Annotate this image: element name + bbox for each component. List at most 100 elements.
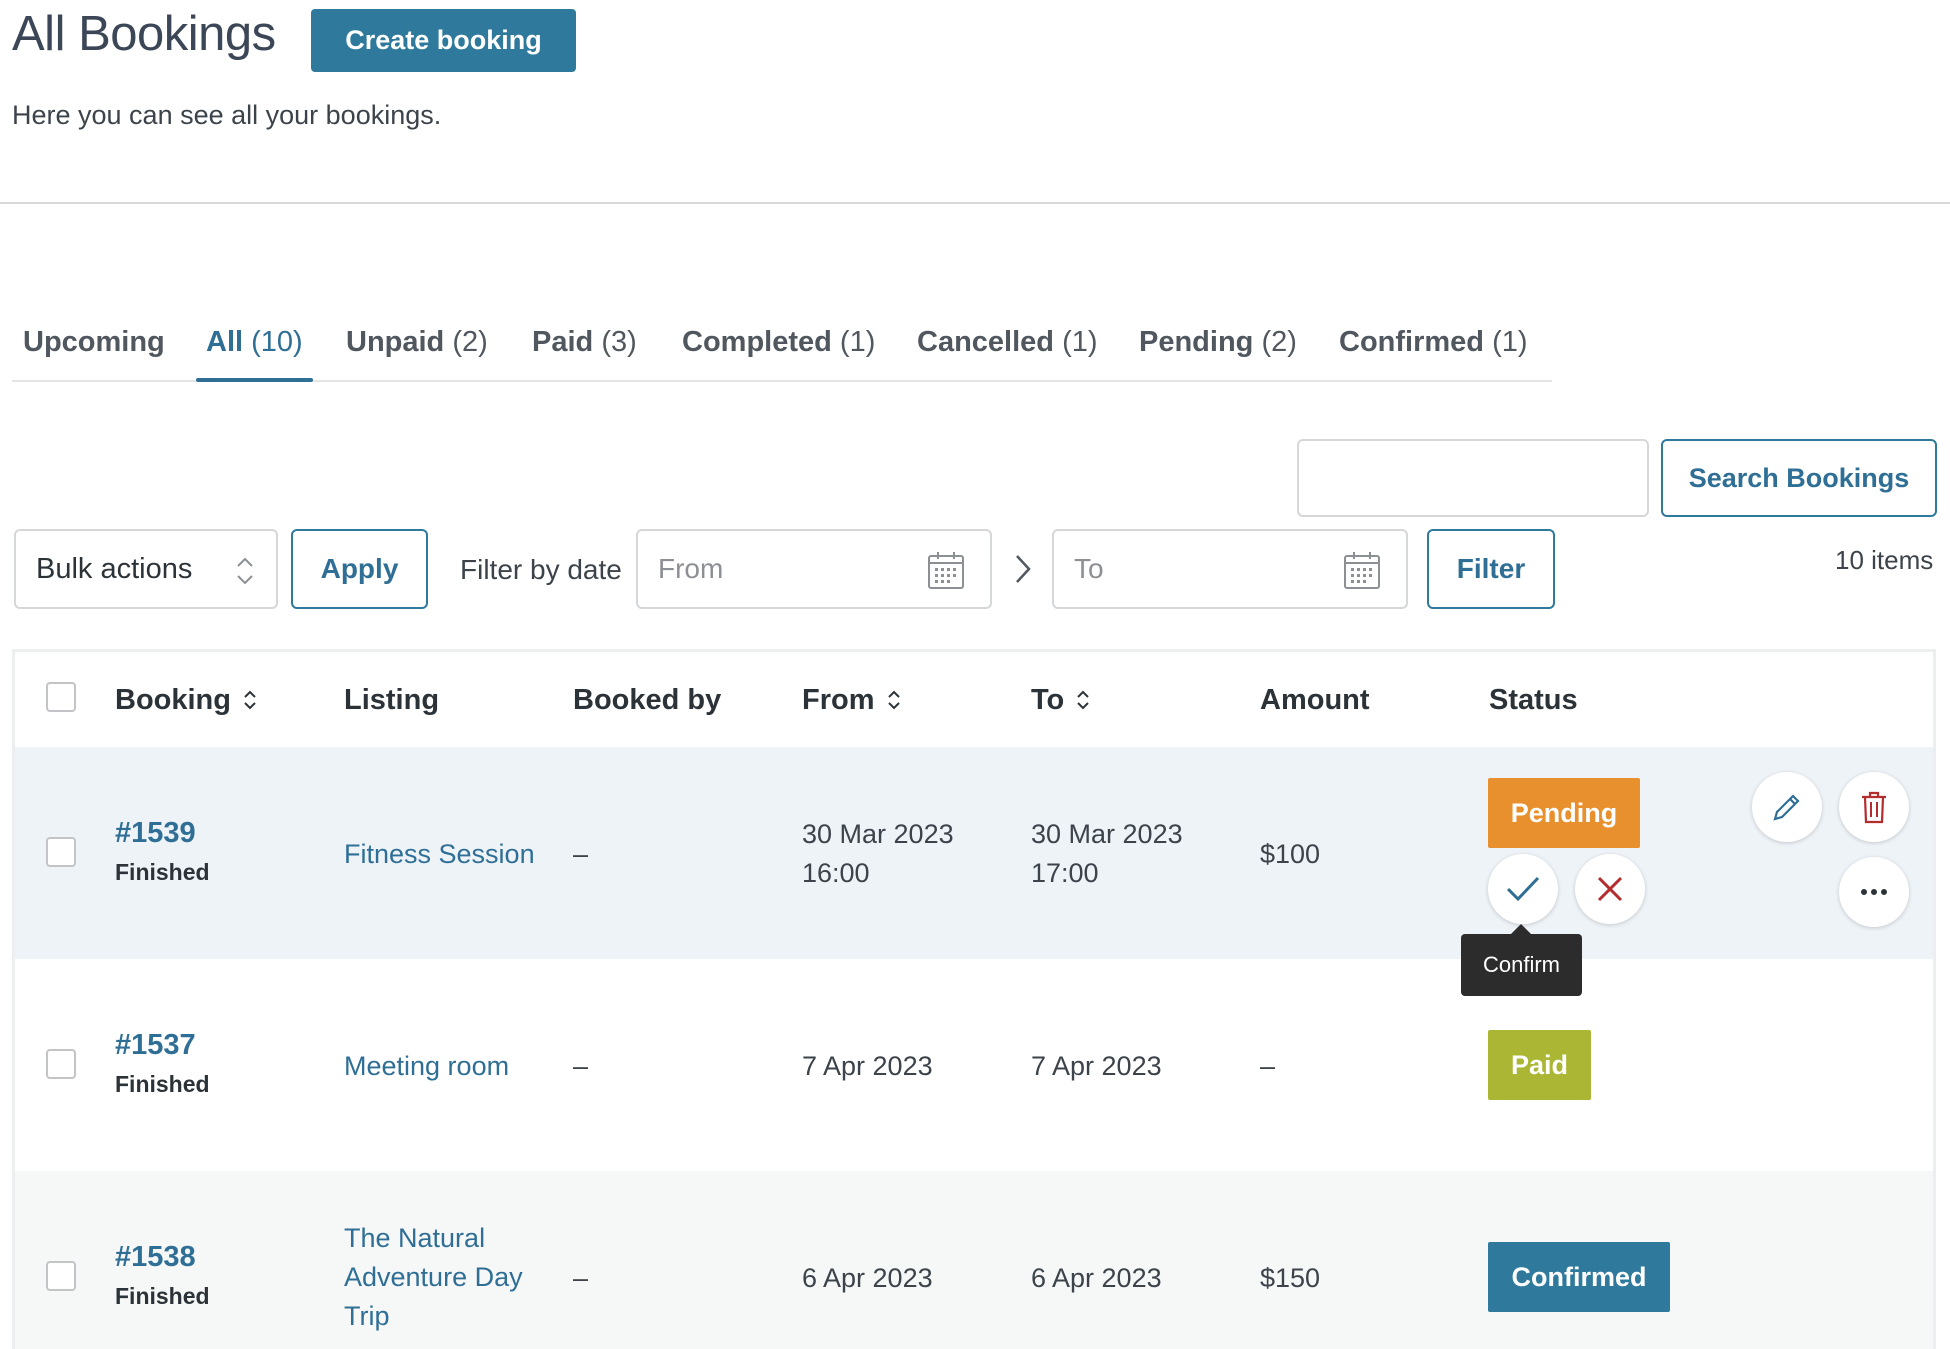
create-booking-button[interactable]: Create booking xyxy=(311,9,576,72)
column-header-from[interactable]: From xyxy=(802,684,901,717)
filter-by-date-label: Filter by date xyxy=(460,554,622,585)
sort-icon xyxy=(1077,690,1089,710)
confirm-tooltip: Confirm xyxy=(1461,924,1582,996)
tab-label: Cancelled xyxy=(917,326,1054,358)
from-date: 30 Mar 2023 16:00 xyxy=(802,815,954,893)
tab-label: Upcoming xyxy=(23,326,165,358)
tab-count: (1) xyxy=(839,326,876,358)
tab-count: (3) xyxy=(601,326,637,358)
booking-id-link[interactable]: #1538 xyxy=(115,1241,196,1274)
to-date-time: 17:00 xyxy=(1031,858,1099,888)
tab-label: Unpaid xyxy=(346,326,445,358)
calendar-icon[interactable] xyxy=(1344,551,1380,589)
tab-label: All xyxy=(206,326,244,358)
table-row: #1537 Finished Meeting room – 7 Apr 2023… xyxy=(15,959,1933,1171)
page-subtitle: Here you can see all your bookings. xyxy=(12,100,442,130)
filter-button[interactable]: Filter xyxy=(1427,529,1555,609)
to-date-placeholder: To xyxy=(1074,553,1104,584)
column-header-booked-by: Booked by xyxy=(573,684,722,716)
from-date-time: 16:00 xyxy=(802,858,870,888)
tab-cancelled[interactable]: Cancelled (1) xyxy=(917,326,1098,380)
booked-by: – xyxy=(573,839,589,869)
close-icon xyxy=(1597,876,1623,902)
tab-label: Confirmed xyxy=(1339,326,1484,358)
to-date: 6 Apr 2023 xyxy=(1031,1263,1162,1293)
from-date-placeholder: From xyxy=(658,553,724,584)
listing-link[interactable]: Meeting room xyxy=(344,1047,509,1086)
listing-line: The Natural xyxy=(344,1223,486,1253)
tab-count: (2) xyxy=(452,326,488,358)
reject-button[interactable] xyxy=(1575,854,1645,924)
table-row: #1538 Finished The Natural Adventure Day… xyxy=(15,1171,1933,1349)
booking-substatus: Finished xyxy=(115,859,210,885)
sort-icon xyxy=(244,690,256,710)
column-header-listing: Listing xyxy=(344,684,440,716)
sort-icon xyxy=(887,690,900,710)
table-row: #1539 Finished Fitness Session – 30 Mar … xyxy=(15,747,1933,959)
amount: $100 xyxy=(1260,839,1321,869)
column-label: Booking xyxy=(115,684,231,716)
column-label: From xyxy=(802,684,875,716)
search-input[interactable] xyxy=(1297,439,1649,517)
delete-button[interactable] xyxy=(1839,772,1909,842)
status-badge: Paid xyxy=(1488,1030,1591,1100)
booking-substatus: Finished xyxy=(115,1071,210,1097)
from-date-day: 30 Mar 2023 xyxy=(802,819,954,849)
row-checkbox[interactable] xyxy=(46,1049,76,1079)
booked-by: – xyxy=(573,1051,589,1081)
listing-line: Adventure Day xyxy=(344,1262,523,1292)
tab-count: (10) xyxy=(251,326,303,358)
select-all-checkbox[interactable] xyxy=(46,682,76,712)
column-label: To xyxy=(1031,684,1065,716)
calendar-icon[interactable] xyxy=(928,551,964,589)
column-header-booking[interactable]: Booking xyxy=(115,684,257,717)
tab-upcoming[interactable]: Upcoming xyxy=(23,326,165,380)
column-header-to[interactable]: To xyxy=(1031,684,1090,717)
chevron-right-icon xyxy=(1016,555,1031,583)
tab-unpaid[interactable]: Unpaid (2) xyxy=(346,326,488,380)
listing-line: Trip xyxy=(344,1301,390,1331)
tab-pending[interactable]: Pending (2) xyxy=(1139,326,1297,380)
tab-all[interactable]: All (10) xyxy=(196,326,313,382)
row-checkbox[interactable] xyxy=(46,837,76,867)
items-count: 10 items xyxy=(1835,545,1934,575)
booking-substatus: Finished xyxy=(115,1283,210,1309)
page-title: All Bookings xyxy=(12,7,276,61)
to-date-field[interactable]: To xyxy=(1052,529,1408,609)
column-header-amount: Amount xyxy=(1260,684,1370,716)
to-date: 7 Apr 2023 xyxy=(1031,1051,1162,1081)
amount: $150 xyxy=(1260,1263,1321,1293)
checkmark-icon xyxy=(1506,876,1540,902)
pencil-icon xyxy=(1773,794,1800,821)
from-date-field[interactable]: From xyxy=(636,529,992,609)
status-badge: Pending xyxy=(1488,778,1640,848)
chevron-updown-icon xyxy=(237,557,253,585)
to-date-day: 30 Mar 2023 xyxy=(1031,819,1183,849)
search-bookings-button[interactable]: Search Bookings xyxy=(1661,439,1937,517)
booking-id-link[interactable]: #1537 xyxy=(115,1029,196,1062)
tab-confirmed[interactable]: Confirmed (1) xyxy=(1339,326,1528,380)
from-date: 7 Apr 2023 xyxy=(802,1051,933,1081)
to-date: 30 Mar 2023 17:00 xyxy=(1031,815,1183,893)
booked-by: – xyxy=(573,1263,589,1293)
from-date: 6 Apr 2023 xyxy=(802,1263,933,1293)
apply-button[interactable]: Apply xyxy=(291,529,428,609)
tab-count: (1) xyxy=(1062,326,1098,358)
bulk-actions-select[interactable]: Bulk actions xyxy=(14,529,278,609)
tab-completed[interactable]: Completed (1) xyxy=(682,326,875,380)
trash-icon xyxy=(1862,791,1886,824)
listing-link[interactable]: The Natural Adventure Day Trip xyxy=(344,1219,523,1336)
more-actions-button[interactable] xyxy=(1839,857,1909,927)
status-tabs: Upcoming All (10) Unpaid (2) Paid (3) Co… xyxy=(12,326,1552,382)
row-checkbox[interactable] xyxy=(46,1261,76,1291)
divider xyxy=(0,202,1950,204)
more-icon xyxy=(1861,889,1887,895)
edit-button[interactable] xyxy=(1752,772,1822,842)
listing-link[interactable]: Fitness Session xyxy=(344,835,535,874)
tab-paid[interactable]: Paid (3) xyxy=(532,326,637,380)
booking-id-link[interactable]: #1539 xyxy=(115,817,196,850)
confirm-button[interactable] xyxy=(1488,854,1558,924)
tab-label: Pending xyxy=(1139,326,1254,358)
tab-count: (1) xyxy=(1492,326,1528,358)
column-header-status: Status xyxy=(1489,684,1578,716)
